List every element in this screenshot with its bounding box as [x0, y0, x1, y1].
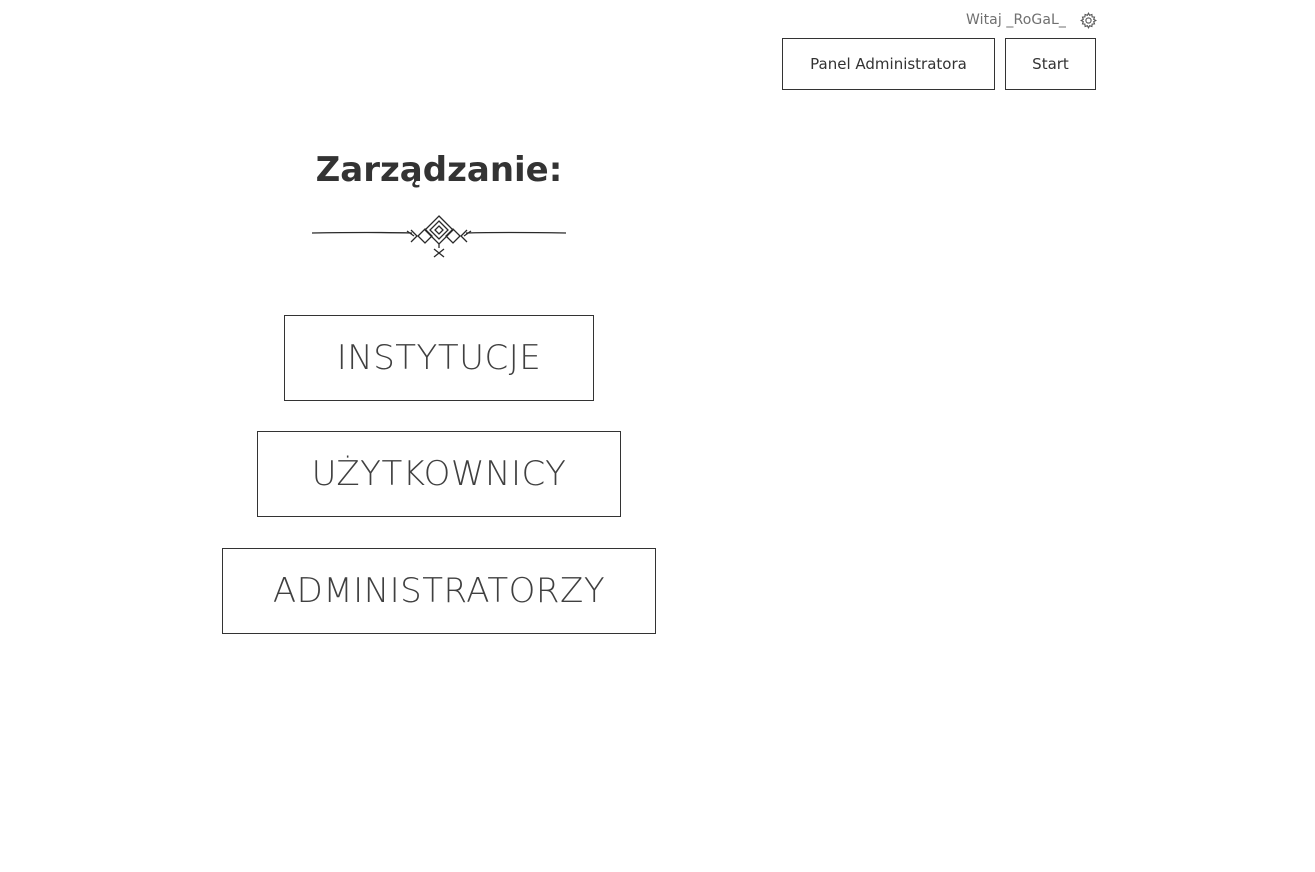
page-title: Zarządzanie:: [315, 150, 563, 190]
user-greeting: Witaj _RoGaL_: [965, 12, 1066, 28]
page: Witaj _RoGaL_ Panel Administratora Start…: [0, 0, 1315, 872]
users-button[interactable]: UŻYTKOWNICY: [257, 431, 621, 517]
ornamental-divider-icon: [312, 215, 566, 258]
admin-panel-button[interactable]: Panel Administratora: [782, 38, 995, 90]
administrators-button[interactable]: ADMINISTRATORZY: [222, 548, 656, 634]
start-button[interactable]: Start: [1005, 38, 1096, 90]
gear-icon[interactable]: [1080, 12, 1097, 29]
institutions-button[interactable]: INSTYTUCJE: [284, 315, 594, 401]
